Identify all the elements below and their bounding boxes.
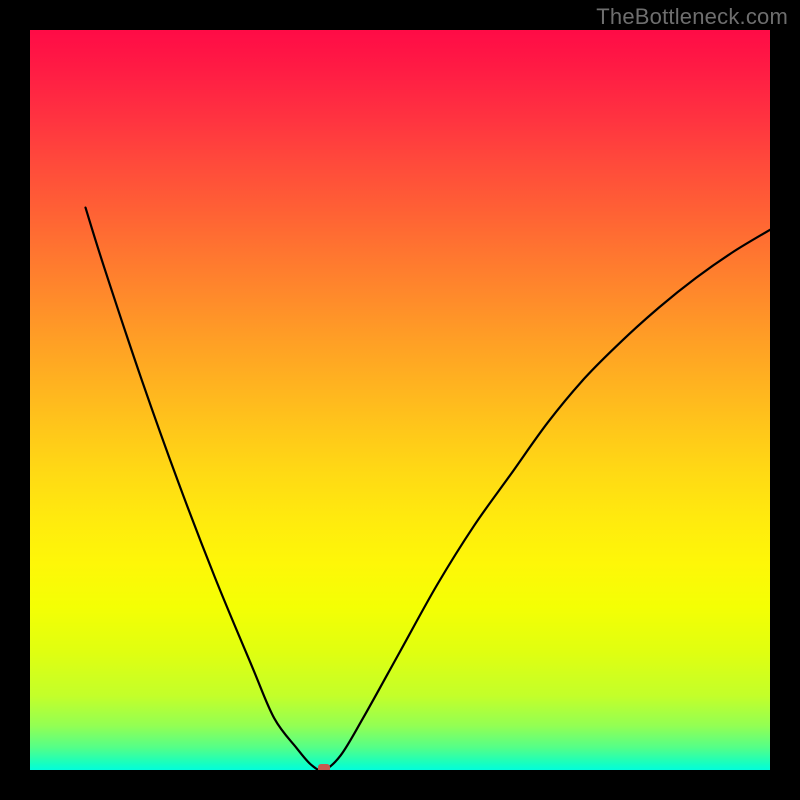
optimal-point-marker xyxy=(318,764,330,770)
bottleneck-curve-svg xyxy=(30,30,770,770)
watermark-text: TheBottleneck.com xyxy=(596,4,788,30)
chart-frame: TheBottleneck.com xyxy=(0,0,800,800)
plot-area xyxy=(30,30,770,770)
bottleneck-curve-path xyxy=(86,208,771,770)
